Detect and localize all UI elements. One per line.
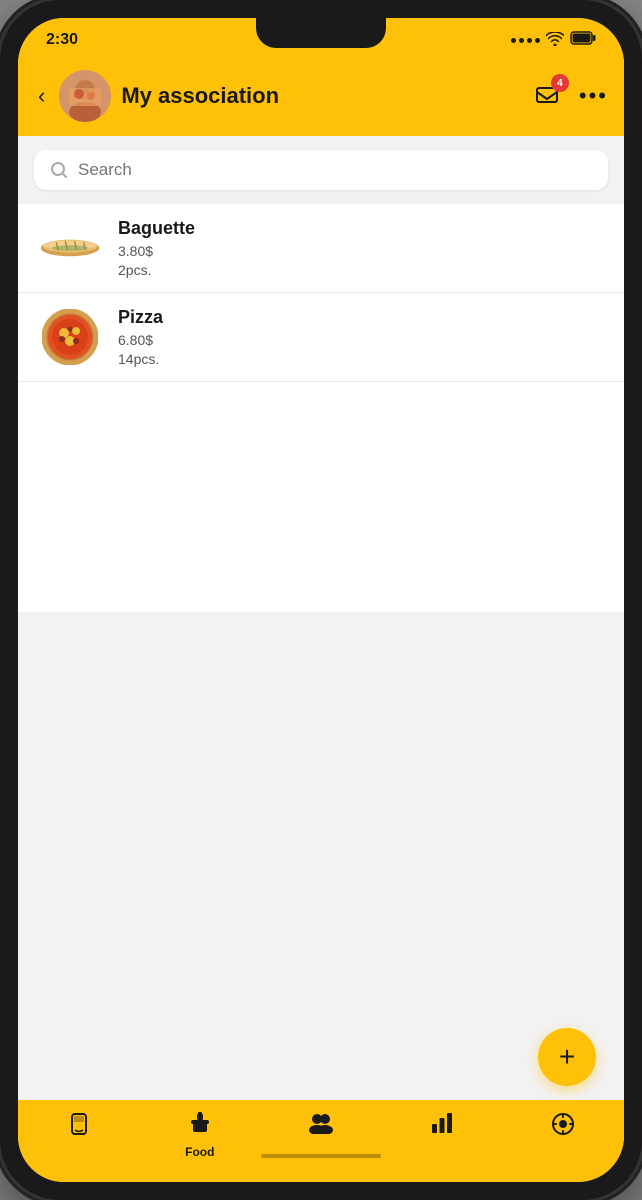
nav-item-food[interactable]: Food	[139, 1108, 260, 1163]
dot2	[519, 38, 524, 43]
nav-item-stats[interactable]	[382, 1108, 503, 1144]
phone-screen: 2:30	[18, 18, 624, 1182]
notch	[256, 18, 386, 48]
notification-button[interactable]: 4	[529, 78, 565, 114]
header-title: My association	[121, 83, 519, 109]
home-indicator	[261, 1154, 381, 1158]
battery-icon	[570, 31, 596, 50]
item-name: Baguette	[118, 218, 604, 239]
more-button[interactable]: •••	[579, 83, 608, 109]
people-icon	[307, 1112, 335, 1140]
search-wrapper	[18, 136, 624, 204]
drinks-icon	[68, 1112, 90, 1144]
dot1	[511, 38, 516, 43]
header-actions: 4 •••	[529, 78, 608, 114]
item-price: 3.80$	[118, 241, 604, 262]
food-icon	[187, 1112, 213, 1142]
wifi-icon	[546, 32, 564, 49]
avatar	[59, 70, 111, 122]
notification-badge: 4	[551, 74, 569, 92]
back-button[interactable]: ‹	[34, 79, 49, 113]
item-info-baguette: Baguette 3.80$ 2pcs.	[118, 218, 604, 278]
item-qty: 2pcs.	[118, 262, 604, 278]
add-button[interactable]: +	[538, 1028, 596, 1086]
fab-container: +	[18, 1020, 624, 1100]
item-image-pizza	[38, 314, 102, 360]
header: ‹ My association	[18, 62, 624, 136]
signal-dots	[511, 38, 540, 43]
status-icons	[511, 31, 596, 50]
item-price: 6.80$	[118, 330, 604, 351]
content: Baguette 3.80$ 2pcs.	[18, 136, 624, 1100]
stats-icon	[430, 1112, 454, 1140]
list-item[interactable]: Pizza 6.80$ 14pcs.	[18, 293, 624, 382]
search-icon	[50, 161, 68, 179]
status-bar: 2:30	[18, 18, 624, 62]
nav-item-people[interactable]	[260, 1108, 381, 1144]
item-name: Pizza	[118, 307, 604, 328]
bottom-nav: Food	[18, 1100, 624, 1182]
settings-icon	[551, 1112, 575, 1142]
item-qty: 14pcs.	[118, 351, 604, 367]
item-info-pizza: Pizza 6.80$ 14pcs.	[118, 307, 604, 367]
nav-item-drinks[interactable]	[18, 1108, 139, 1148]
phone-frame: 2:30	[0, 0, 642, 1200]
dot3	[527, 38, 532, 43]
empty-space	[18, 612, 624, 1020]
status-time: 2:30	[46, 31, 78, 49]
item-image-baguette	[38, 225, 102, 271]
search-bar[interactable]	[34, 150, 608, 190]
list-item[interactable]: Baguette 3.80$ 2pcs.	[18, 204, 624, 293]
food-label: Food	[185, 1145, 214, 1159]
nav-item-settings[interactable]	[503, 1108, 624, 1146]
dot4	[535, 38, 540, 43]
items-list: Baguette 3.80$ 2pcs.	[18, 204, 624, 612]
search-input[interactable]	[78, 160, 592, 180]
